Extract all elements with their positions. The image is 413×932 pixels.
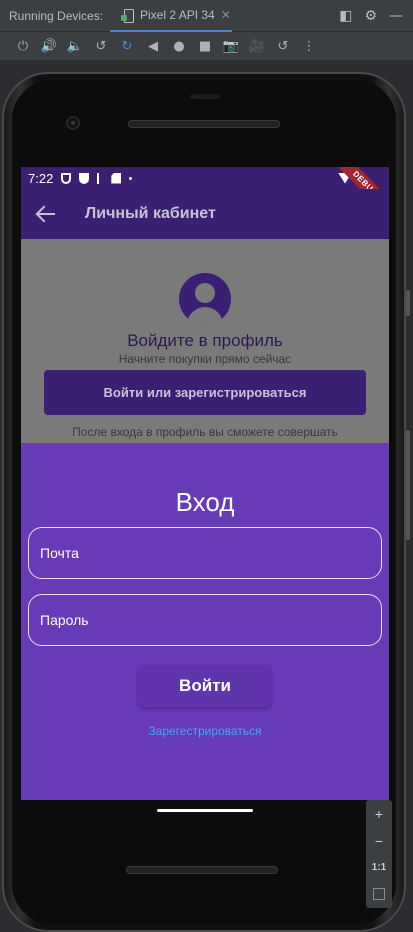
profile-title: Войдите в профиль: [127, 331, 283, 350]
replay-icon[interactable]: ↺: [270, 32, 296, 60]
power-side-button: [406, 290, 410, 316]
login-or-register-button[interactable]: Войти или зарегистрироваться: [44, 370, 366, 415]
earpiece-speaker: [128, 120, 280, 128]
volume-down-icon[interactable]: 🔈: [62, 32, 88, 60]
layout-icon[interactable]: ◧: [339, 8, 352, 24]
zoom-in-icon[interactable]: +: [375, 800, 383, 827]
zoom-out-icon[interactable]: −: [375, 827, 383, 854]
running-devices-label: Running Devices:: [9, 8, 104, 23]
avatar-icon: [179, 273, 231, 325]
profile-subtitle: Начните покупки прямо сейчас: [118, 352, 292, 366]
running-devices-tabbar: Running Devices: Pixel 2 API 34 ✕ ◧ ⚙ —: [0, 0, 413, 32]
minimize-icon[interactable]: —: [389, 8, 403, 24]
emulator-window: Running Devices: Pixel 2 API 34 ✕ ◧ ⚙ — …: [0, 0, 413, 932]
overview-icon[interactable]: ■: [192, 32, 218, 60]
back-arrow-icon[interactable]: [35, 203, 57, 225]
password-field[interactable]: Пароль: [28, 594, 382, 646]
rotate-right-icon[interactable]: ↻: [114, 32, 140, 60]
gesture-nav-bar: [21, 800, 389, 828]
actual-size-button[interactable]: 1:1: [372, 854, 386, 881]
volume-side-button: [406, 430, 410, 540]
profile-page: Войдите в профиль Начните покупки прямо …: [21, 239, 389, 455]
rotate-left-icon[interactable]: ↺: [88, 32, 114, 60]
sd-card-icon: [111, 172, 122, 184]
fit-screen-icon[interactable]: [373, 888, 385, 900]
login-submit-button[interactable]: Войти: [138, 665, 272, 707]
back-nav-icon[interactable]: ◀: [140, 32, 166, 60]
password-placeholder: Пароль: [40, 612, 89, 628]
bottom-speaker: [126, 866, 278, 874]
app-bar-title: Личный кабинет: [85, 205, 216, 222]
close-tab-icon[interactable]: ✕: [221, 8, 231, 22]
device-tab-label: Pixel 2 API 34: [140, 8, 215, 22]
volume-up-icon[interactable]: 🔊: [36, 32, 62, 60]
home-icon[interactable]: ●: [166, 32, 192, 60]
usb-icon: [97, 172, 103, 184]
more-icon[interactable]: ⋮: [296, 32, 322, 60]
zoom-controls: + − 1:1: [366, 800, 392, 908]
front-camera-icon: [66, 116, 80, 130]
device-screen: 7:22 DEBUG Личный кабинет Войдите в проф…: [21, 167, 389, 800]
register-link[interactable]: Зарегестрироваться: [21, 724, 389, 738]
proximity-sensor: [190, 94, 220, 99]
status-time: 7:22: [28, 170, 54, 186]
screenshot-icon[interactable]: 📷: [218, 32, 244, 60]
device-tab[interactable]: Pixel 2 API 34 ✕: [110, 0, 232, 32]
home-gesture-pill[interactable]: [157, 809, 253, 812]
gear-icon[interactable]: ⚙: [364, 8, 377, 24]
email-field[interactable]: Почта: [28, 527, 382, 579]
app-bar: Личный кабинет: [21, 189, 389, 239]
tabbar-actions: ◧ ⚙ —: [339, 0, 403, 32]
record-icon[interactable]: 🎥: [244, 32, 270, 60]
login-bottom-sheet: Вход Почта Пароль Войти Зарегестрировать…: [21, 443, 389, 800]
emulator-toolbar: ⏻ 🔊 🔈 ↺ ↻ ◀ ● ■ 📷 🎥 ↺ ⋮: [0, 32, 413, 60]
shield-outline-icon: [61, 172, 72, 184]
status-bar: 7:22 DEBUG: [21, 167, 389, 225]
login-title: Вход: [175, 487, 235, 517]
email-placeholder: Почта: [40, 545, 79, 561]
power-icon[interactable]: ⏻: [10, 32, 36, 60]
notification-dot-icon: [129, 176, 133, 180]
shield-filled-icon: [79, 172, 90, 184]
device-icon: [121, 9, 134, 23]
